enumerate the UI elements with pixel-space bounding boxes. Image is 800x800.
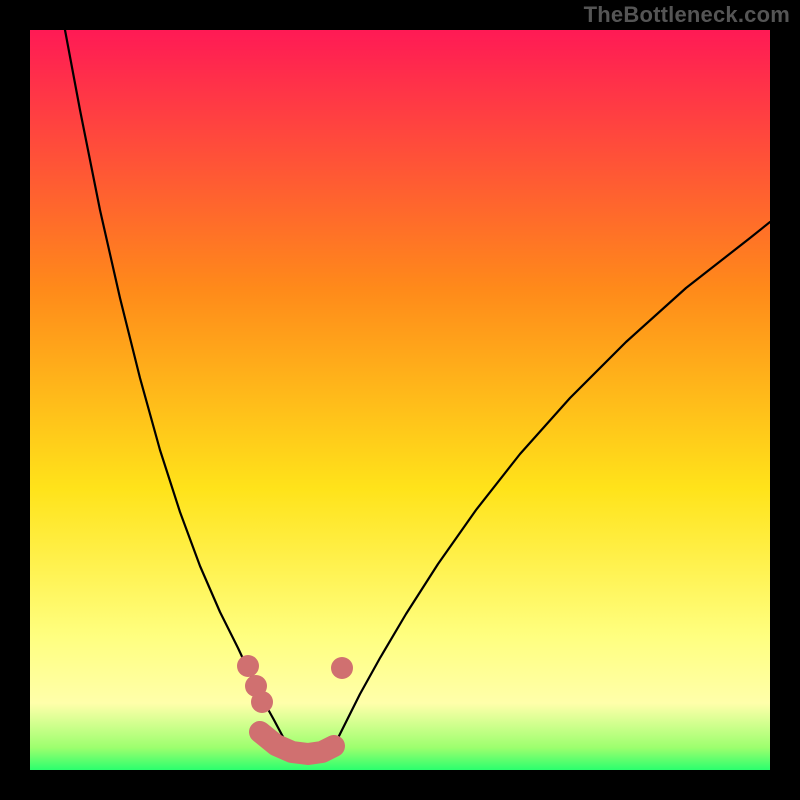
plot-area xyxy=(30,30,770,770)
chart-svg xyxy=(30,30,770,770)
marker-right-dot xyxy=(331,657,353,679)
marker-left-dot-lower xyxy=(251,691,273,713)
gradient-background xyxy=(30,30,770,770)
watermark-text: TheBottleneck.com xyxy=(584,2,790,28)
chart-frame: TheBottleneck.com xyxy=(0,0,800,800)
marker-left-dot-upper xyxy=(237,655,259,677)
